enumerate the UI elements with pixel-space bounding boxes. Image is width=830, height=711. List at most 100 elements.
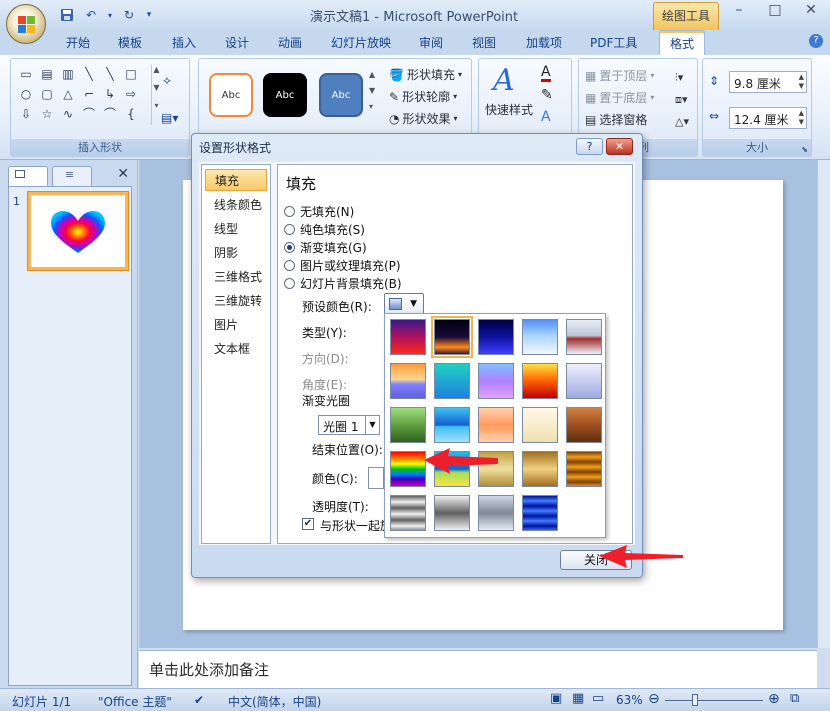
normal-view-icon[interactable]: ▣: [550, 691, 562, 706]
color-picker-button[interactable]: [368, 467, 384, 489]
arc-shape-icon[interactable]: ⌒: [80, 105, 98, 122]
redo-icon[interactable]: ↻: [120, 6, 138, 24]
quick-styles-label[interactable]: 快速样式: [485, 101, 533, 118]
preset-colors-dropdown[interactable]: ▼: [384, 293, 424, 315]
tab-templates[interactable]: 模板: [118, 34, 142, 51]
tab-pdf-tools[interactable]: PDF工具: [590, 34, 637, 51]
line-alt-shape-icon[interactable]: ╲: [101, 65, 119, 82]
gradient-stop-select[interactable]: 光圈 1 ▼: [318, 415, 380, 435]
vertical-scrollbar[interactable]: [817, 160, 830, 648]
category-picture[interactable]: 图片: [205, 313, 267, 335]
width-spinner[interactable]: ▲ ▼: [799, 109, 804, 127]
text-effects-icon[interactable]: A: [541, 109, 551, 125]
slides-tab[interactable]: [8, 166, 48, 186]
tab-slideshow[interactable]: 幻灯片放映: [331, 34, 391, 51]
gradient-preset-swatch[interactable]: [434, 451, 470, 487]
zoom-level[interactable]: 63%: [616, 693, 643, 707]
maximize-icon[interactable]: □: [764, 2, 786, 18]
gradient-preset-swatch[interactable]: [478, 495, 514, 531]
star-shape-icon[interactable]: ☆: [38, 105, 56, 122]
shape-effects-button[interactable]: ◔ 形状效果 ▾: [389, 110, 458, 127]
shape-outline-button[interactable]: ✎ 形状轮廓 ▾: [389, 88, 457, 105]
no-fill-radio[interactable]: [284, 206, 295, 217]
rectangle-shape-icon[interactable]: ▭: [17, 65, 35, 82]
gradient-preset-swatch[interactable]: [522, 495, 558, 531]
picture-fill-option[interactable]: 图片或纹理填充(P): [284, 257, 401, 274]
gradient-preset-swatch[interactable]: [390, 451, 426, 487]
align-rotate-icons[interactable]: ⫶▾ ⧈▾ △▾: [675, 67, 689, 133]
spellcheck-icon[interactable]: ✔: [194, 693, 204, 707]
undo-dropdown-icon[interactable]: ▾: [106, 6, 114, 24]
gradient-preset-swatch[interactable]: [522, 363, 558, 399]
background-fill-option[interactable]: 幻灯片背景填充(B): [284, 275, 402, 292]
customize-qat-icon[interactable]: ▾: [144, 6, 154, 24]
right-arrow-shape-icon[interactable]: ⇨: [122, 85, 140, 102]
zoom-slider-track[interactable]: [665, 700, 763, 701]
solid-fill-radio[interactable]: [284, 224, 295, 235]
fit-to-window-icon[interactable]: ⧉: [790, 691, 799, 706]
height-field[interactable]: 9.8 厘米 ▲ ▼: [729, 71, 807, 93]
down-arrow-shape-icon[interactable]: ⇩: [17, 105, 35, 122]
category-line-style[interactable]: 线型: [205, 217, 267, 239]
gradient-preset-swatch[interactable]: [434, 363, 470, 399]
tab-home[interactable]: 开始: [66, 34, 90, 51]
tab-animations[interactable]: 动画: [278, 34, 302, 51]
shape-gallery-scroll[interactable]: ▲ ▼ ▾: [151, 65, 161, 125]
elbow-arrow-shape-icon[interactable]: ↳: [101, 85, 119, 102]
help-icon[interactable]: ?: [809, 34, 823, 48]
elbow-connector-shape-icon[interactable]: ⌐: [80, 85, 98, 102]
gradient-preset-swatch[interactable]: [390, 319, 426, 355]
rounded-rect-shape-icon[interactable]: ▢: [38, 85, 56, 102]
notes-pane[interactable]: 单击此处添加备注: [139, 650, 817, 688]
shape-style-blue[interactable]: Abc: [319, 73, 363, 117]
background-fill-radio[interactable]: [284, 278, 295, 289]
gradient-preset-swatch[interactable]: [431, 316, 473, 358]
picture-fill-radio[interactable]: [284, 260, 295, 271]
zoom-slider-thumb[interactable]: [692, 694, 698, 706]
gradient-preset-swatch[interactable]: [478, 363, 514, 399]
text-outline-icon[interactable]: ✎: [541, 87, 553, 103]
gradient-preset-swatch[interactable]: [478, 319, 514, 355]
gradient-preset-swatch[interactable]: [478, 451, 514, 487]
slide-sorter-icon[interactable]: ▦: [572, 691, 584, 706]
category-text-box[interactable]: 文本框: [205, 337, 267, 359]
rotate-with-shape-checkbox[interactable]: ✔: [302, 518, 314, 530]
edit-shape-icon[interactable]: ⟡: [163, 73, 171, 88]
brace-shape-icon[interactable]: {: [122, 105, 140, 122]
office-button[interactable]: [6, 4, 46, 44]
tab-format[interactable]: 格式: [659, 30, 706, 56]
gradient-preset-swatch[interactable]: [390, 407, 426, 443]
slide-thumbnail[interactable]: [27, 191, 129, 271]
save-icon[interactable]: [58, 6, 76, 24]
gradient-preset-swatch[interactable]: [478, 407, 514, 443]
style-gallery-scroll[interactable]: ▲ ▼ ▾: [369, 67, 375, 115]
shape-style-orange-outline[interactable]: Abc: [209, 73, 253, 117]
category-line-color[interactable]: 线条颜色: [205, 193, 267, 215]
tab-addins[interactable]: 加载项: [526, 34, 562, 51]
category-shadow[interactable]: 阴影: [205, 241, 267, 263]
tab-review[interactable]: 审阅: [419, 34, 443, 51]
shape-fill-button[interactable]: 🪣 形状填充 ▾: [389, 66, 462, 83]
gradient-preset-swatch[interactable]: [522, 407, 558, 443]
undo-icon[interactable]: ↶: [82, 6, 100, 24]
category-3d-format[interactable]: 三维格式: [205, 265, 267, 287]
gradient-preset-swatch[interactable]: [566, 363, 602, 399]
shape-style-black[interactable]: Abc: [263, 73, 307, 117]
outline-tab[interactable]: ≡: [52, 166, 92, 186]
gradient-preset-swatch[interactable]: [390, 363, 426, 399]
slideshow-view-icon[interactable]: ▭: [592, 691, 604, 706]
dialog-close-x-button[interactable]: ✕: [606, 138, 633, 155]
height-spinner[interactable]: ▲ ▼: [799, 73, 804, 91]
gradient-preset-swatch[interactable]: [434, 407, 470, 443]
no-fill-option[interactable]: 无填充(N): [284, 203, 354, 220]
category-3d-rotation[interactable]: 三维旋转: [205, 289, 267, 311]
dialog-close-button[interactable]: 关闭: [560, 550, 632, 570]
gradient-preset-swatch[interactable]: [434, 495, 470, 531]
minimize-icon[interactable]: –: [728, 2, 750, 18]
send-to-back-button[interactable]: ▦ 置于底层 ▾: [585, 89, 654, 106]
dialog-help-button[interactable]: ?: [576, 138, 603, 155]
width-field[interactable]: 12.4 厘米 ▲ ▼: [729, 107, 807, 129]
solid-fill-option[interactable]: 纯色填充(S): [284, 221, 365, 238]
gradient-fill-option[interactable]: 渐变填充(G): [284, 239, 367, 256]
bring-to-front-button[interactable]: ▦ 置于顶层 ▾: [585, 67, 654, 84]
